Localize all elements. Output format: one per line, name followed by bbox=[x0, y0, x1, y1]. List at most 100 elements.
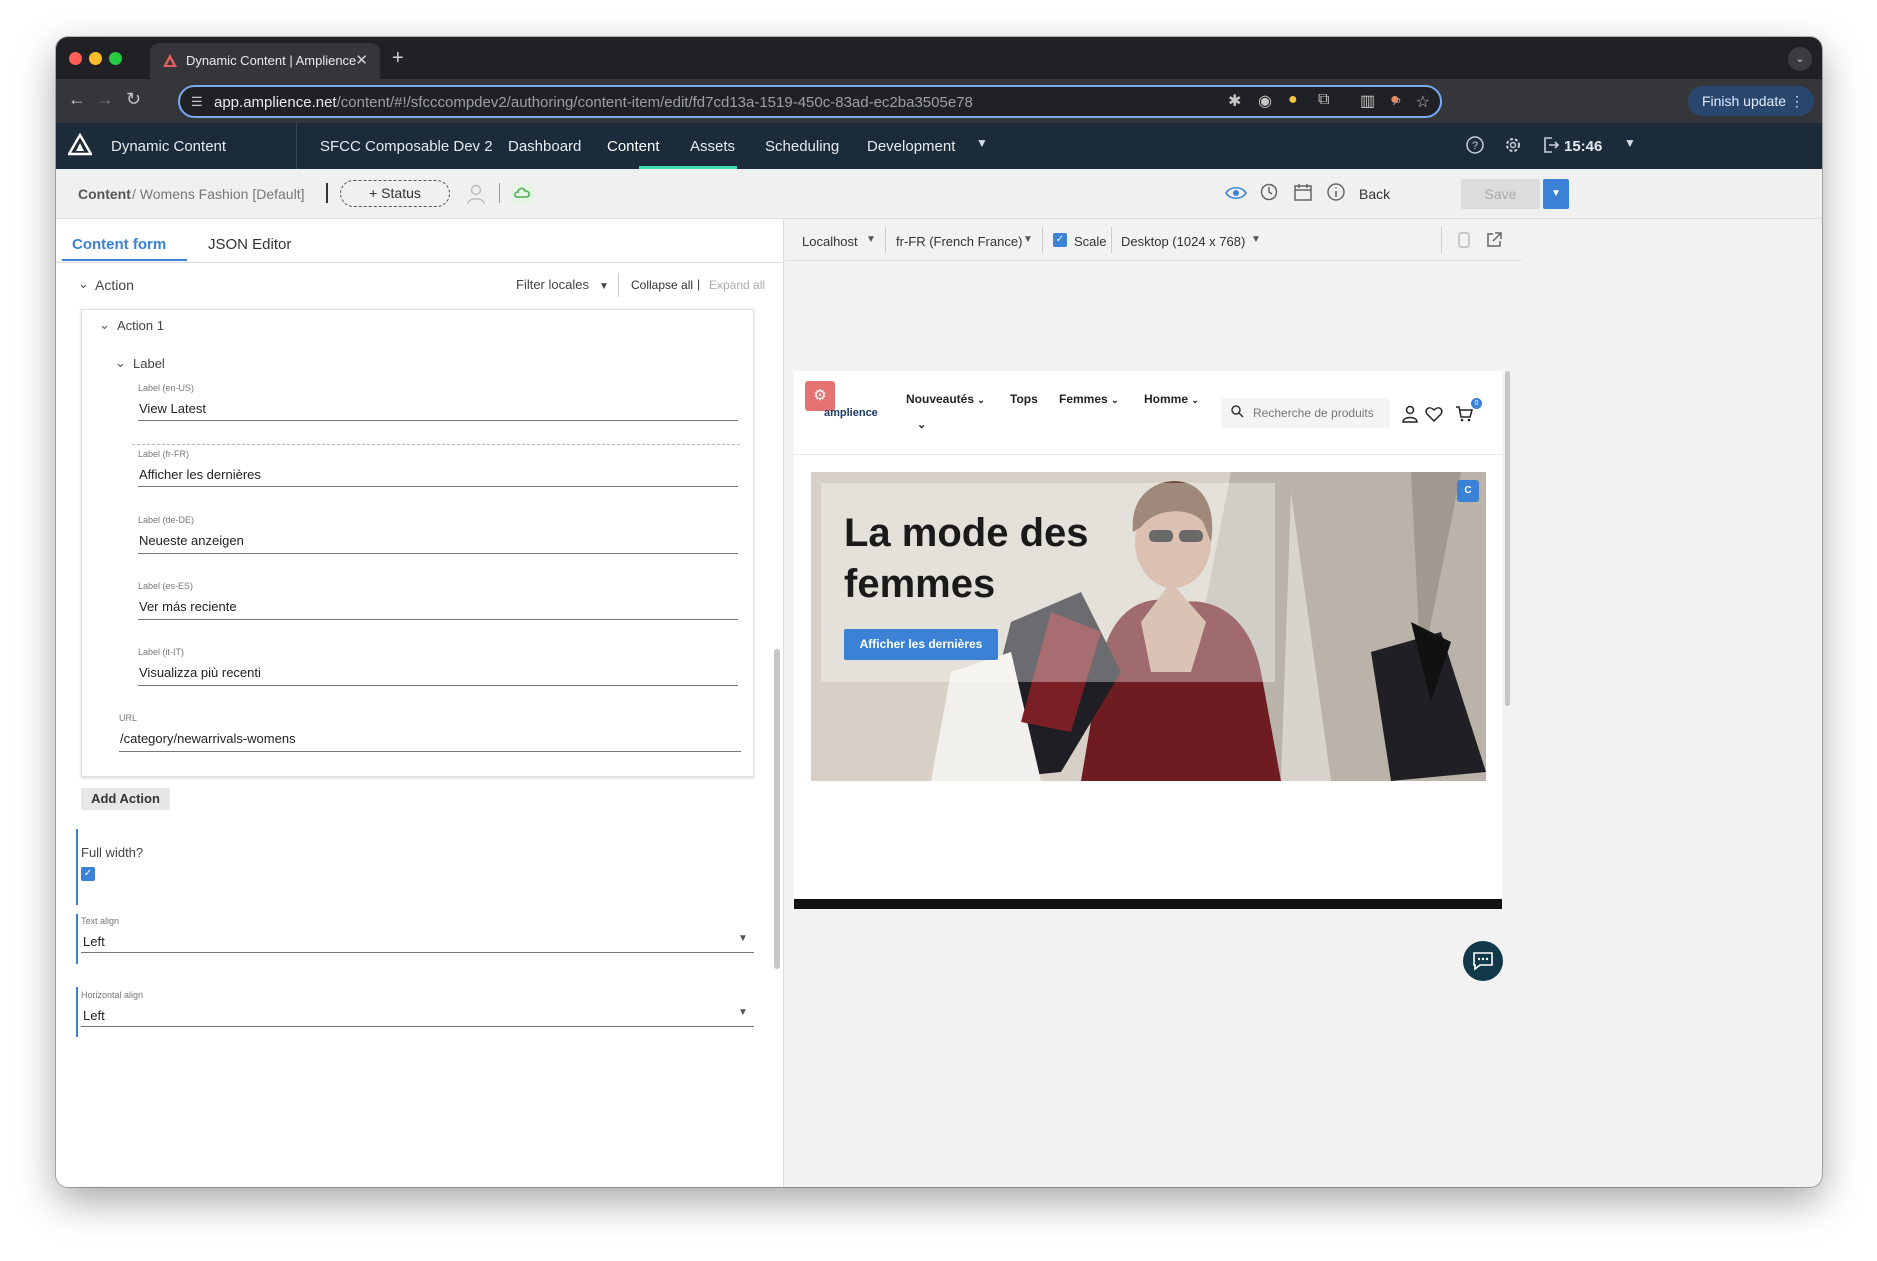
chevron-down-icon: ▼ bbox=[598, 281, 609, 292]
open-new-window-icon[interactable] bbox=[1485, 231, 1503, 249]
chat-support-button[interactable] bbox=[1463, 941, 1503, 981]
chevron-down-icon[interactable]: ▼ bbox=[738, 933, 748, 944]
url-input[interactable]: /category/newarrivals-womens bbox=[120, 731, 296, 746]
storefront-search[interactable]: Recherche de produits bbox=[1221, 398, 1390, 428]
action-item-card: ⌄ Action 1 ⌄ Label Label (en-US) View La… bbox=[81, 309, 754, 777]
storefront-nav-men[interactable]: Homme ⌄ bbox=[1144, 392, 1199, 406]
hero-cta-button[interactable]: Afficher les dernières bbox=[844, 629, 998, 660]
label-fr-fr-input[interactable]: Afficher les dernières bbox=[139, 467, 261, 482]
save-options-dropdown[interactable]: ▼ bbox=[1543, 179, 1569, 209]
hero-banner: La mode des femmes Afficher les dernière… bbox=[811, 472, 1486, 781]
nav-label: Homme bbox=[1144, 392, 1189, 406]
add-status-button[interactable]: + Status bbox=[340, 180, 450, 207]
label-en-us-input[interactable]: View Latest bbox=[139, 401, 206, 416]
label-it-it-caption: Label (it-IT) bbox=[138, 647, 185, 657]
chevron-down-icon[interactable]: ▼ bbox=[1251, 234, 1261, 245]
toolbar-divider bbox=[885, 227, 886, 253]
rotate-device-icon[interactable] bbox=[1455, 231, 1473, 249]
logout-icon[interactable] bbox=[1541, 135, 1561, 155]
close-window-button[interactable] bbox=[69, 52, 82, 65]
storefront-nav-tops[interactable]: Tops bbox=[1010, 392, 1038, 406]
nav-dashboard[interactable]: Dashboard bbox=[508, 138, 581, 155]
storefront-nav-new[interactable]: Nouveautés ⌄ bbox=[906, 392, 985, 406]
chevron-down-icon[interactable]: ▼ bbox=[738, 1007, 748, 1018]
site-info-icon[interactable]: ☰ bbox=[191, 94, 203, 110]
add-action-button[interactable]: Add Action bbox=[81, 788, 170, 810]
account-user-icon[interactable] bbox=[1401, 405, 1419, 423]
side-panel-icon[interactable]: ▥ bbox=[1360, 91, 1375, 111]
settings-gear-icon[interactable] bbox=[1503, 135, 1523, 155]
action1-collapse-chevron-icon[interactable]: ⌄ bbox=[99, 317, 110, 333]
maximize-window-button[interactable] bbox=[109, 52, 122, 65]
profile-avatar[interactable]: ● bbox=[1390, 91, 1400, 109]
tab-content-form[interactable]: Content form bbox=[72, 236, 166, 253]
back-button[interactable]: Back bbox=[1359, 186, 1390, 202]
camera-extension-icon[interactable]: ◉ bbox=[1258, 91, 1272, 111]
chevron-down-icon[interactable]: ⌄ bbox=[917, 418, 926, 431]
address-bar[interactable]: ☰ app.amplience.net/content/#!/sfcccompd… bbox=[178, 85, 1442, 118]
back-arrow-icon[interactable]: ← bbox=[68, 89, 86, 110]
label-de-de-input[interactable]: Neueste anzeigen bbox=[139, 533, 244, 548]
more-nav-dropdown-icon[interactable]: ▼ bbox=[976, 136, 988, 150]
breadcrumb-item-name: / Womens Fashion [Default] bbox=[132, 186, 305, 202]
more-vert-icon: ⋮ bbox=[1790, 93, 1804, 109]
label-es-es-input[interactable]: Ver más reciente bbox=[139, 599, 237, 614]
link-separator: | bbox=[697, 277, 701, 291]
help-icon[interactable]: ? bbox=[1465, 135, 1485, 155]
chevron-down-icon[interactable]: ▼ bbox=[866, 234, 876, 245]
time-dropdown-icon[interactable]: ▼ bbox=[1624, 136, 1636, 150]
new-tab-button[interactable]: + bbox=[392, 47, 404, 70]
field-focus-bar bbox=[76, 987, 78, 1037]
hub-name[interactable]: SFCC Composable Dev 2 bbox=[320, 138, 493, 155]
horizontal-align-select[interactable]: Left bbox=[83, 1008, 105, 1023]
full-width-checkbox[interactable]: ✓ bbox=[81, 867, 95, 881]
expand-all-link[interactable]: Expand all bbox=[709, 278, 765, 292]
url-path: /content/#!/sfcccompdev2/authoring/conte… bbox=[336, 94, 973, 111]
save-button[interactable]: Save bbox=[1461, 179, 1540, 209]
cloud-sync-icon[interactable] bbox=[512, 183, 534, 203]
environment-select[interactable]: Localhost bbox=[802, 234, 858, 249]
content-edit-badge[interactable]: C bbox=[1457, 480, 1479, 502]
minimize-window-button[interactable] bbox=[89, 52, 102, 65]
nav-scheduling[interactable]: Scheduling bbox=[765, 138, 839, 155]
app-name[interactable]: Dynamic Content bbox=[111, 138, 226, 155]
locale-select[interactable]: fr-FR (French France) bbox=[896, 234, 1022, 249]
nav-development[interactable]: Development bbox=[867, 138, 955, 155]
clock-time: 15:46 bbox=[1564, 138, 1603, 155]
storefront-nav-women[interactable]: Femmes ⌄ bbox=[1059, 392, 1119, 406]
calendar-icon[interactable] bbox=[1293, 182, 1313, 202]
nav-content[interactable]: Content bbox=[607, 138, 660, 155]
chevron-down-icon[interactable]: ▼ bbox=[1023, 234, 1033, 245]
cart-icon[interactable] bbox=[1455, 405, 1473, 423]
device-select[interactable]: Desktop (1024 x 768) bbox=[1121, 234, 1245, 249]
browser-tab[interactable]: Dynamic Content | Amplience ✕ bbox=[150, 43, 380, 79]
extension-icon[interactable]: ✱ bbox=[1228, 91, 1241, 111]
assignee-user-icon[interactable] bbox=[467, 183, 485, 205]
color-extension-icon[interactable]: ● bbox=[1288, 91, 1298, 109]
action-collapse-chevron-icon[interactable]: ⌄ bbox=[78, 276, 89, 292]
finish-update-button[interactable]: Finish update ⋮ bbox=[1687, 86, 1814, 116]
locale-divider bbox=[132, 444, 740, 445]
tab-json-editor[interactable]: JSON Editor bbox=[208, 236, 291, 253]
label-collapse-chevron-icon[interactable]: ⌄ bbox=[115, 355, 126, 371]
tab-search-button[interactable]: ⌄ bbox=[1788, 47, 1812, 71]
wishlist-heart-icon[interactable] bbox=[1425, 405, 1443, 423]
label-it-it-input[interactable]: Visualizza più recenti bbox=[139, 665, 261, 680]
bookmark-star-icon[interactable]: ☆ bbox=[1416, 92, 1430, 112]
storefront-logo[interactable]: amplience bbox=[824, 407, 878, 419]
extensions-puzzle-icon[interactable]: ⧉ bbox=[1318, 91, 1329, 109]
nav-assets[interactable]: Assets bbox=[690, 138, 735, 155]
preview-scrollbar[interactable] bbox=[1505, 371, 1510, 706]
form-scrollbar[interactable] bbox=[774, 649, 780, 969]
breadcrumb-content[interactable]: Content bbox=[78, 186, 131, 202]
forward-arrow-icon[interactable]: → bbox=[96, 89, 114, 110]
scale-checkbox[interactable]: ✓ bbox=[1053, 233, 1067, 247]
close-tab-icon[interactable]: ✕ bbox=[355, 51, 368, 69]
filter-locales-dropdown[interactable]: Filter locales ▼ bbox=[516, 277, 609, 292]
reload-icon[interactable]: ↻ bbox=[126, 89, 141, 110]
history-icon[interactable] bbox=[1259, 182, 1279, 202]
visualization-eye-icon[interactable] bbox=[1225, 183, 1247, 203]
text-align-select[interactable]: Left bbox=[83, 934, 105, 949]
collapse-all-link[interactable]: Collapse all bbox=[631, 278, 693, 292]
info-icon[interactable] bbox=[1326, 182, 1346, 202]
